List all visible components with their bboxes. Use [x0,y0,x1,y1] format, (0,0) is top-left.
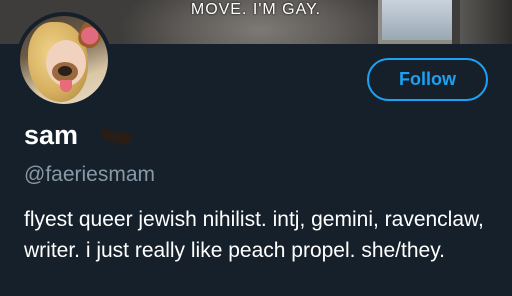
display-name: sam [24,120,79,150]
avatar-photo [20,16,108,104]
follow-button[interactable]: Follow [367,58,488,101]
profile-page: MOVE. I'M GAY. Follow sam @faeriesmam fl… [0,0,512,296]
avatar-dog-nose [58,66,72,76]
ant-icon [99,125,132,148]
profile-bio: flyest queer jewish nihilist. intj, gemi… [24,208,484,262]
avatar-dog-tongue [60,80,72,92]
user-handle: @faeriesmam [24,163,156,186]
avatar[interactable] [16,12,112,108]
